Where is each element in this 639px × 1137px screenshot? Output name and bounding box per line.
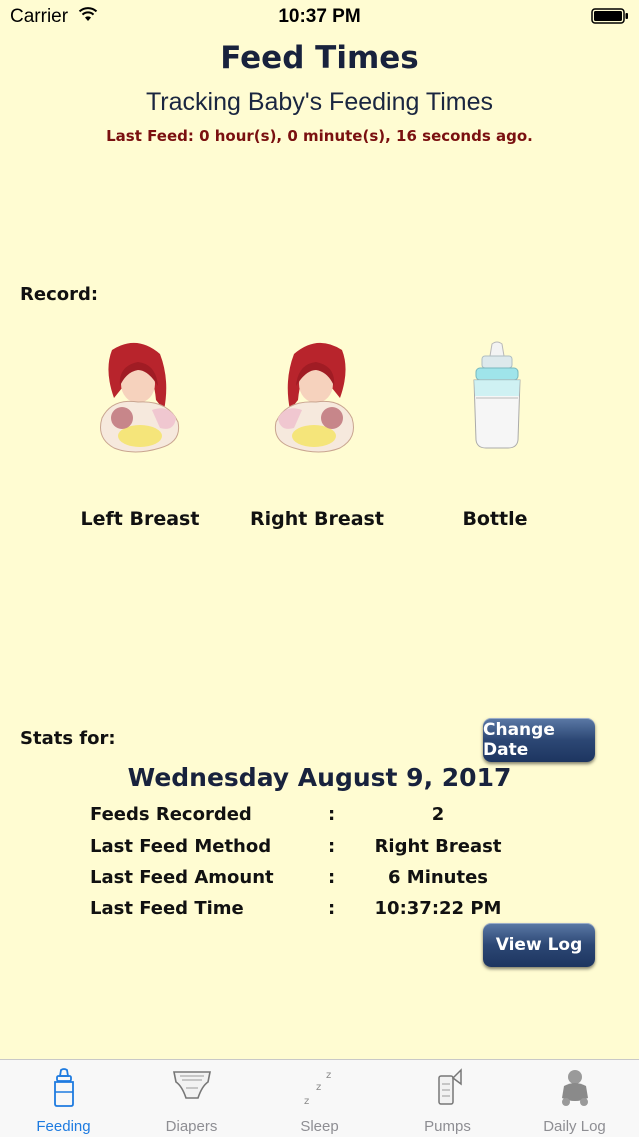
page-subtitle: Tracking Baby's Feeding Times (145, 88, 494, 116)
stat-row: Last Feed Time : 10:37:22 PM (90, 898, 540, 928)
svg-text:z: z (304, 1096, 309, 1107)
baby-icon (561, 1070, 588, 1106)
last-feed-timer: Last Feed: 0 hour(s), 0 minute(s), 16 se… (106, 127, 533, 145)
stat-value: 6 Minutes (387, 867, 489, 888)
tab-sleep[interactable]: z z z Sleep (256, 1060, 383, 1137)
record-bottle-button[interactable] (422, 340, 572, 452)
tab-label: Daily Log (543, 1118, 606, 1135)
stat-key: Last Feed Method (90, 836, 272, 857)
change-date-button[interactable]: Change Date (483, 718, 595, 762)
mother-nursing-left-icon (100, 342, 180, 453)
stat-key: Last Feed Amount (90, 867, 274, 888)
bottle-icon (53, 1068, 74, 1107)
stat-key: Last Feed Time (90, 898, 244, 919)
stat-value: 2 (431, 804, 445, 825)
stat-key: Feeds Recorded (90, 804, 252, 825)
breast-pump-icon (437, 1068, 462, 1105)
stat-separator: : (328, 804, 336, 825)
stat-row: Last Feed Amount : 6 Minutes (90, 867, 540, 897)
tab-feeding[interactable]: Feeding (0, 1060, 127, 1137)
view-log-button[interactable]: View Log (483, 923, 595, 967)
tab-diapers[interactable]: Diapers (128, 1060, 255, 1137)
record-left-breast-button[interactable] (62, 340, 212, 458)
stats-date: Wednesday August 9, 2017 (127, 763, 512, 792)
left-breast-label: Left Breast (80, 508, 200, 530)
svg-text:z: z (316, 1082, 321, 1093)
stat-row: Last Feed Method : Right Breast (90, 836, 540, 866)
page-title: Feed Times (220, 40, 419, 76)
bottle-label: Bottle (462, 508, 528, 530)
stat-value: 10:37:22 PM (374, 898, 502, 919)
status-bar: Carrier 10:37 PM (0, 0, 639, 34)
stat-separator: : (328, 836, 336, 857)
record-label: Record: (20, 284, 99, 305)
stat-value: Right Breast (374, 836, 502, 857)
right-breast-label: Right Breast (250, 508, 384, 530)
tab-pumps[interactable]: Pumps (384, 1060, 511, 1137)
battery-icon (591, 8, 628, 24)
tab-label: Pumps (424, 1118, 471, 1135)
tab-daily-log[interactable]: Daily Log (511, 1060, 638, 1137)
tab-label: Feeding (36, 1118, 91, 1135)
tab-label: Sleep (300, 1118, 339, 1135)
record-right-breast-button[interactable] (242, 340, 392, 458)
baby-bottle-icon (473, 341, 521, 449)
tab-bar: Feeding Diapers z z z Sleep Pumps Daily (0, 1059, 639, 1137)
stat-row: Feeds Recorded : 2 (90, 804, 540, 834)
stat-separator: : (328, 867, 336, 888)
sleep-zzz-icon: z z z (304, 1070, 331, 1107)
diaper-icon (172, 1071, 211, 1099)
svg-text:z: z (326, 1070, 331, 1081)
mother-nursing-right-icon (274, 342, 354, 453)
stats-label: Stats for: (20, 728, 116, 749)
stat-separator: : (328, 898, 336, 919)
tab-label: Diapers (165, 1118, 218, 1135)
clock: 10:37 PM (278, 6, 361, 27)
